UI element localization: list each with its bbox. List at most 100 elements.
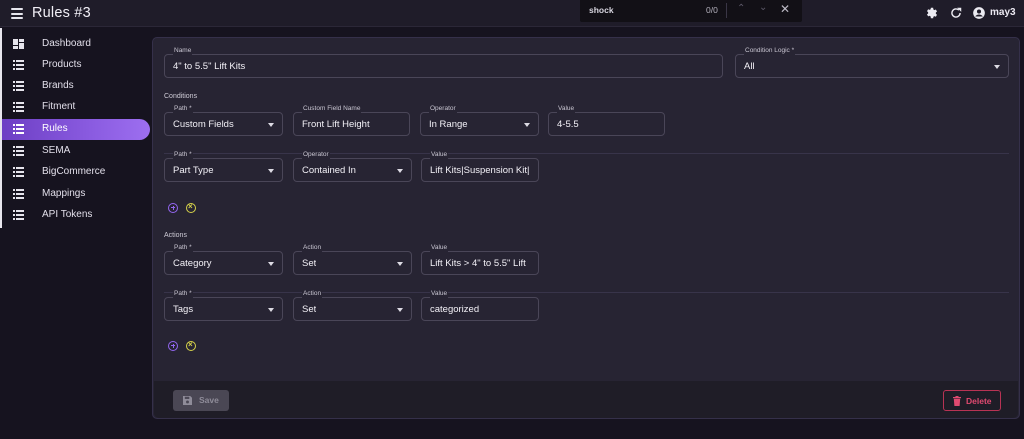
sidebar-item-label: Mappings	[42, 188, 86, 199]
sidebar-item-fitment[interactable]: Fitment	[2, 97, 150, 118]
sidebar-item-dashboard[interactable]: Dashboard	[2, 34, 150, 55]
field-value: In Range	[429, 119, 468, 130]
list-icon	[13, 210, 24, 220]
user-name[interactable]: may3	[990, 7, 1016, 18]
list-icon	[13, 102, 24, 112]
close-icon[interactable]: ✕	[780, 2, 790, 16]
condition-path-select[interactable]: Path * Custom Fields	[164, 104, 283, 136]
field-label: Value	[557, 104, 576, 113]
sidebar: Dashboard Products Brands Fitment Rules …	[0, 28, 150, 228]
caret-down-icon	[397, 169, 403, 173]
page-title: Rules #3	[32, 5, 91, 21]
account-icon[interactable]	[972, 6, 986, 20]
actions-heading: Actions	[164, 232, 187, 239]
field-value: Part Type	[173, 165, 214, 176]
condition-value-input[interactable]: Value Lift Kits|Suspension Kit|	[421, 150, 539, 182]
field-label: Path *	[173, 150, 193, 159]
sidebar-item-rules[interactable]: Rules	[2, 119, 150, 140]
list-icon	[13, 81, 24, 91]
dashboard-icon	[13, 39, 24, 49]
field-label: Operator	[429, 104, 457, 113]
remove-action-icon[interactable]: ×	[186, 340, 196, 351]
save-button[interactable]: Save	[173, 390, 229, 411]
action-path-select[interactable]: Path * Category	[164, 243, 283, 275]
field-value: Lift Kits|Suspension Kit|	[430, 165, 530, 176]
caret-down-icon	[268, 262, 274, 266]
action-type-select[interactable]: Action Set	[293, 243, 412, 275]
field-label: Path *	[173, 243, 193, 252]
refresh-icon[interactable]	[949, 6, 963, 20]
field-label: Action	[302, 289, 323, 298]
remove-condition-icon[interactable]: ×	[186, 202, 196, 213]
save-label: Save	[199, 395, 219, 405]
list-icon	[13, 124, 24, 134]
find-input[interactable]: shock	[589, 5, 614, 15]
list-icon	[13, 60, 24, 70]
sidebar-item-label: Rules	[42, 123, 68, 134]
condition-value-input[interactable]: Value 4-5.5	[548, 104, 665, 136]
field-label: Action	[302, 243, 323, 252]
sidebar-item-api-tokens[interactable]: API Tokens	[2, 205, 150, 226]
field-label: Condition Logic *	[744, 46, 796, 55]
field-value: Contained In	[302, 165, 356, 176]
delete-label: Delete	[966, 396, 992, 406]
field-value: 4-5.5	[557, 119, 579, 130]
action-value-input[interactable]: Value categorized	[421, 289, 539, 321]
condition-operator-select[interactable]: Operator Contained In	[293, 150, 412, 182]
list-icon	[13, 167, 24, 177]
action-path-select[interactable]: Path * Tags	[164, 289, 283, 321]
add-condition-icon[interactable]	[168, 203, 178, 213]
field-label: Path *	[173, 289, 193, 298]
sidebar-item-sema[interactable]: SEMA	[2, 141, 150, 162]
condition-path-select[interactable]: Path * Part Type	[164, 150, 283, 182]
gear-icon[interactable]	[925, 6, 939, 20]
list-icon	[13, 189, 24, 199]
field-value: Tags	[173, 304, 194, 315]
field-label: Value	[430, 150, 449, 159]
find-match-count: 0/0	[706, 5, 718, 15]
floppy-disk-icon	[183, 396, 192, 405]
sidebar-item-label: SEMA	[42, 145, 71, 156]
sidebar-item-products[interactable]: Products	[2, 55, 150, 76]
rule-form-card: Name 4" to 5.5" Lift Kits Condition Logi…	[152, 37, 1020, 419]
field-label: Value	[430, 243, 449, 252]
condition-operator-select[interactable]: Operator In Range	[420, 104, 539, 136]
caret-down-icon	[268, 169, 274, 173]
action-type-select[interactable]: Action Set	[293, 289, 412, 321]
menu-icon[interactable]	[11, 8, 23, 19]
caret-down-icon	[994, 65, 1000, 69]
find-divider	[726, 3, 727, 18]
chevron-down-icon[interactable]: ⌄	[759, 2, 767, 13]
caret-down-icon	[397, 262, 403, 266]
condition-logic-select[interactable]: Condition Logic * All	[735, 46, 1009, 78]
caret-down-icon	[397, 308, 403, 312]
field-label: Custom Field Name	[302, 104, 362, 113]
field-value: Set	[302, 258, 317, 269]
name-field[interactable]: Name 4" to 5.5" Lift Kits	[164, 46, 723, 78]
caret-down-icon	[268, 308, 274, 312]
list-icon	[13, 146, 24, 156]
custom-field-name-input[interactable]: Custom Field Name Front Lift Height	[293, 104, 410, 136]
trash-icon	[953, 396, 961, 406]
caret-down-icon	[524, 123, 530, 127]
field-label: Path *	[173, 104, 193, 113]
chevron-up-icon[interactable]: ⌃	[737, 3, 745, 14]
sidebar-item-mappings[interactable]: Mappings	[2, 184, 150, 205]
action-value-input[interactable]: Value Lift Kits > 4" to 5.5" Lift	[421, 243, 539, 275]
field-value: categorized	[430, 304, 480, 315]
divider	[164, 153, 1009, 154]
field-label: Name	[173, 46, 193, 55]
sidebar-item-label: API Tokens	[42, 209, 93, 220]
divider	[164, 292, 1009, 293]
field-value: Set	[302, 304, 317, 315]
field-value: Front Lift Height	[302, 119, 370, 130]
field-value: Lift Kits > 4" to 5.5" Lift	[430, 258, 526, 269]
delete-button[interactable]: Delete	[943, 390, 1001, 411]
sidebar-item-bigcommerce[interactable]: BigCommerce	[2, 162, 150, 183]
sidebar-item-label: Products	[42, 59, 82, 70]
add-action-icon[interactable]	[168, 341, 178, 351]
field-label: Operator	[302, 150, 330, 159]
caret-down-icon	[268, 123, 274, 127]
sidebar-item-label: Fitment	[42, 101, 76, 112]
sidebar-item-brands[interactable]: Brands	[2, 76, 150, 97]
